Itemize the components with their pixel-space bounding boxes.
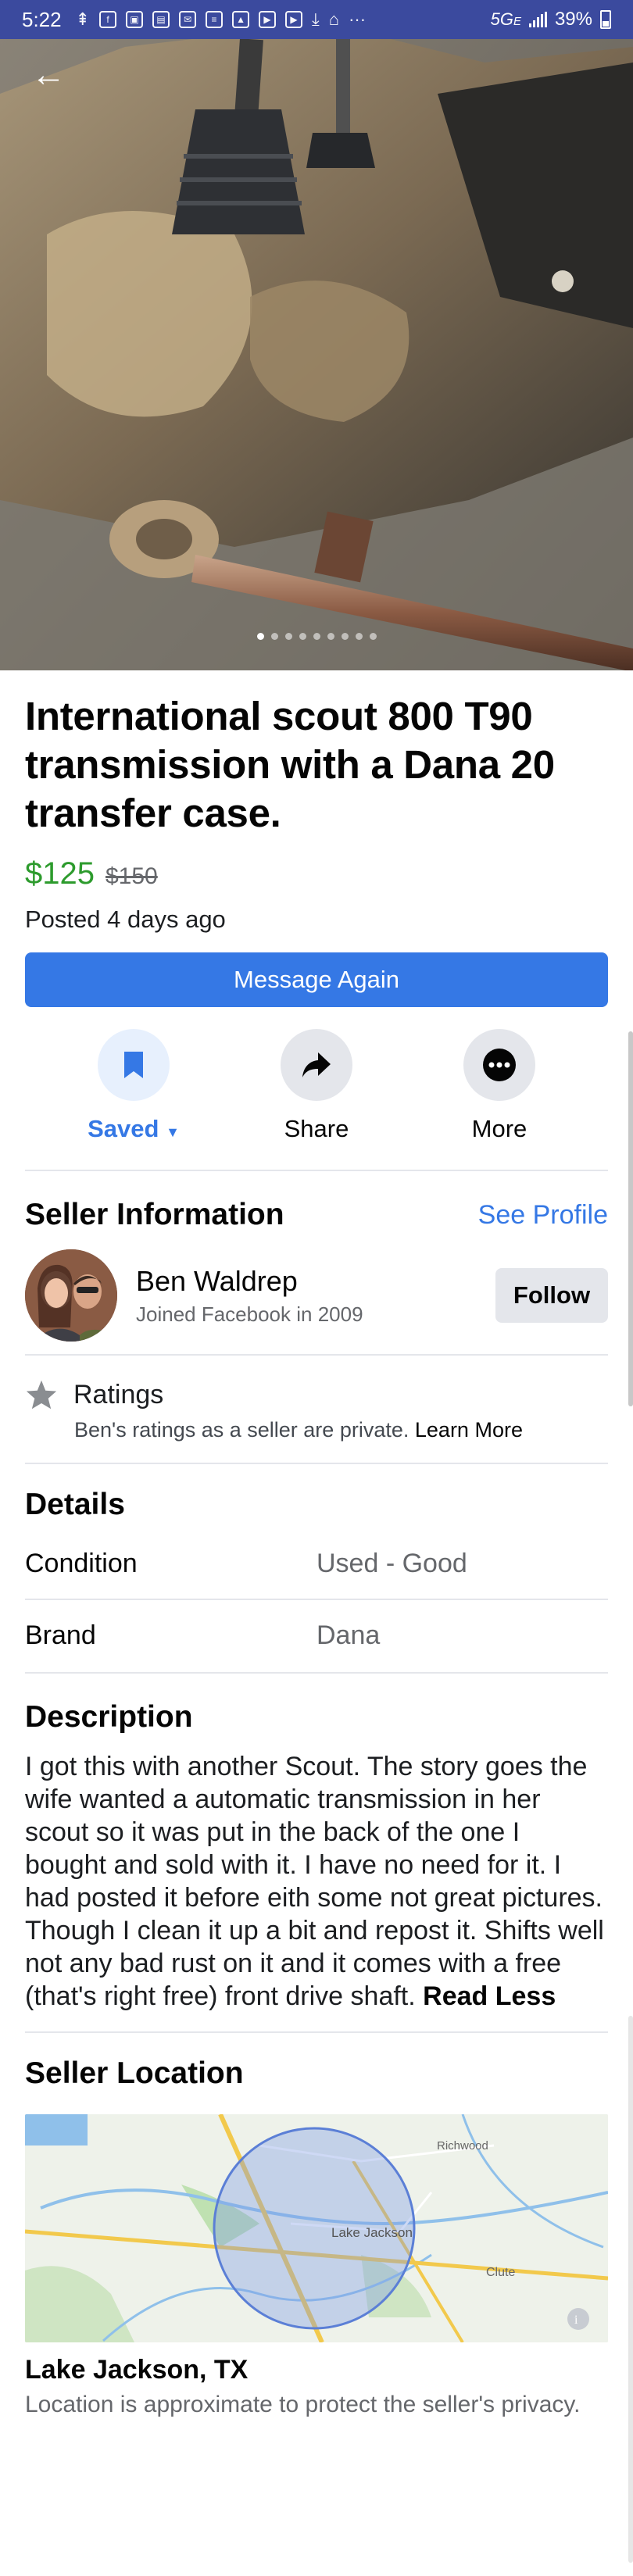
- caret-down-icon: ▼: [166, 1124, 180, 1140]
- status-right: 5GE 39%: [491, 9, 611, 30]
- status-time: 5:22: [22, 7, 62, 31]
- seller-header: Seller Information See Profile: [25, 1198, 608, 1232]
- scrollbar-thumb[interactable]: [628, 1031, 633, 1406]
- photo-dot[interactable]: [369, 633, 377, 640]
- photo-dot[interactable]: [270, 633, 278, 640]
- seller-joined: Joined Facebook in 2009: [136, 1302, 363, 1326]
- status-bar: 5:22 ⇞ f ▣ ▤ ✉ ≡ ▲ ▶ ▶ ⤓ ⌂ ··· 5GE 39%: [0, 0, 633, 39]
- description-body: I got this with another Scout. The story…: [25, 1752, 604, 2011]
- photo-dot[interactable]: [299, 633, 306, 640]
- detail-row-condition: Condition Used - Good: [25, 1528, 608, 1599]
- location-note: Location is approximate to protect the s…: [25, 2392, 581, 2417]
- share-button[interactable]: Share: [242, 1029, 391, 1143]
- mail-icon: ✉: [179, 11, 197, 28]
- listing-photo[interactable]: [0, 0, 633, 670]
- listing-old-price: $150: [105, 863, 158, 889]
- seller-text: Ben Waldrep Joined Facebook in 2009: [136, 1265, 495, 1327]
- detail-value: Dana: [316, 1620, 381, 1650]
- details-title: Details: [25, 1488, 125, 1521]
- posted-time: Posted 4 days ago: [25, 906, 226, 933]
- photo-dot[interactable]: [355, 633, 363, 640]
- ratings-block: Ratings Ben's ratings as a seller are pr…: [25, 1379, 608, 1442]
- seller-name[interactable]: Ben Waldrep: [136, 1265, 495, 1298]
- listing-price: $125: [25, 856, 95, 891]
- network-label: 5GE: [490, 9, 521, 29]
- more-notifications-icon: ···: [349, 9, 367, 29]
- youtube-icon: ▶: [259, 11, 277, 28]
- follow-button[interactable]: Follow: [495, 1268, 608, 1323]
- bookmark-icon: [98, 1029, 170, 1101]
- battery-label: 39%: [554, 9, 592, 30]
- divider: [25, 2031, 608, 2033]
- ratings-title: Ratings: [73, 1379, 164, 1409]
- detail-value: Used - Good: [316, 1548, 467, 1578]
- detail-row-brand: Brand Dana: [25, 1600, 608, 1670]
- divider: [25, 1463, 608, 1464]
- photo-dot[interactable]: [256, 633, 264, 640]
- map-label-lake-jackson: Lake Jackson: [331, 2225, 413, 2240]
- listing-content: International scout 800 T90 transmission…: [25, 670, 608, 2420]
- map-label-clute: Clute: [486, 2266, 516, 2279]
- more-icon: [463, 1029, 535, 1101]
- download-icon: ⤓: [312, 9, 320, 29]
- ratings-row: Ratings: [25, 1379, 608, 1410]
- youtube-icon-2: ▶: [285, 11, 303, 28]
- gallery-icon: ▲: [232, 11, 250, 28]
- share-label: Share: [284, 1115, 349, 1142]
- message-again-button[interactable]: Message Again: [25, 952, 608, 1007]
- action-row: Saved ▼ Share More: [25, 1029, 608, 1143]
- location-title: Seller Location: [25, 2056, 244, 2090]
- saved-button[interactable]: Saved ▼: [59, 1029, 208, 1143]
- see-profile-link[interactable]: See Profile: [478, 1200, 608, 1231]
- more-button[interactable]: More: [425, 1029, 574, 1143]
- saved-label: Saved ▼: [88, 1115, 180, 1142]
- photo-icon: ▣: [126, 11, 144, 28]
- description-text: I got this with another Scout. The story…: [25, 1750, 608, 2013]
- transmission-photo: [0, 0, 633, 670]
- detail-key: Brand: [25, 1620, 96, 1650]
- divider: [25, 1672, 608, 1674]
- seller-section-title: Seller Information: [25, 1198, 284, 1231]
- learn-more-link[interactable]: Learn More: [415, 1418, 523, 1442]
- location-name: Lake Jackson, TX: [25, 2355, 249, 2385]
- ratings-private-text: Ben's ratings as a seller are private.: [74, 1418, 409, 1442]
- map-graphic: i: [25, 2114, 608, 2342]
- scrollbar-track: [628, 2016, 633, 2563]
- photo-dot[interactable]: [341, 633, 349, 640]
- share-icon: [281, 1029, 352, 1101]
- photo-dot[interactable]: [327, 633, 334, 640]
- signal-icon: [528, 12, 547, 27]
- photo-dot[interactable]: [313, 633, 320, 640]
- bag-icon: ⌂: [328, 9, 340, 29]
- map-label-richwood: Richwood: [437, 2139, 488, 2153]
- list-icon: ≡: [206, 11, 224, 28]
- more-label: More: [471, 1115, 528, 1142]
- photo-dot[interactable]: [284, 633, 292, 640]
- back-arrow-icon[interactable]: ←: [30, 56, 67, 94]
- star-icon: [26, 1380, 57, 1409]
- detail-key: Condition: [25, 1548, 138, 1578]
- photo-pager[interactable]: [0, 633, 633, 640]
- svg-text:i: i: [574, 2313, 578, 2327]
- battery-icon: [600, 10, 611, 29]
- notification-icons: ⇞ f ▣ ▤ ✉ ≡ ▲ ▶ ▶ ⤓ ⌂ ···: [76, 9, 366, 30]
- read-less-link[interactable]: Read Less: [423, 1981, 556, 2011]
- details-list: Condition Used - Good Brand Dana: [25, 1528, 608, 1670]
- avatar[interactable]: [25, 1249, 117, 1342]
- news-icon: ▤: [152, 11, 170, 28]
- divider: [25, 1170, 608, 1171]
- listing-title: International scout 800 T90 transmission…: [25, 694, 555, 835]
- price-row: $125 $150: [25, 856, 608, 891]
- seller-row: Ben Waldrep Joined Facebook in 2009 Foll…: [25, 1249, 608, 1342]
- divider: [25, 1354, 608, 1356]
- facebook-icon: f: [99, 11, 117, 28]
- description-title: Description: [25, 1700, 193, 1734]
- direction-icon: ⇞: [75, 9, 91, 29]
- ratings-text: Ben's ratings as a seller are private. L…: [74, 1418, 608, 1442]
- location-map[interactable]: i Richwood Lake Jackson Clute: [25, 2114, 608, 2342]
